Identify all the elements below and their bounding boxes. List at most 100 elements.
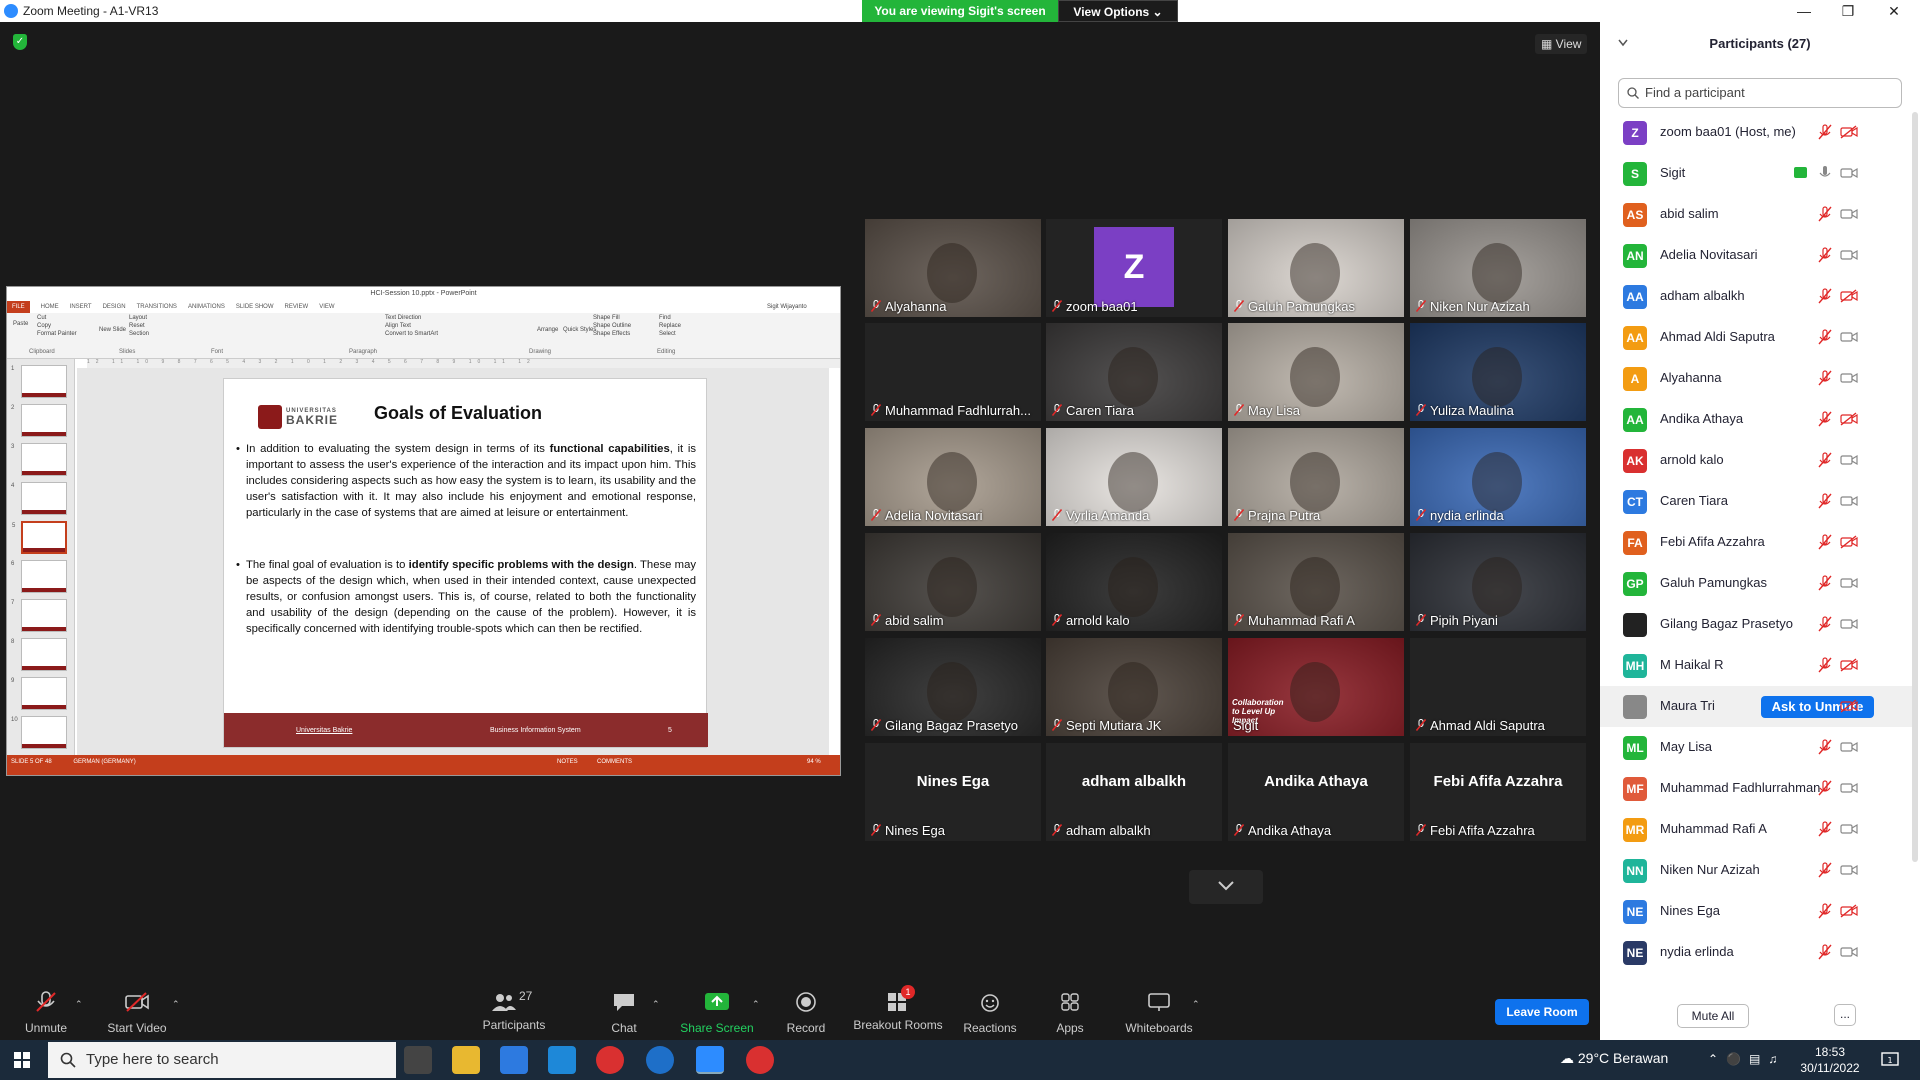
- ppt-slide-thumbnails[interactable]: 1 2 3 4 5 6 7 8 9 10: [7, 359, 75, 755]
- mic-muted-icon[interactable]: [1818, 370, 1832, 386]
- video-icon[interactable]: [1840, 576, 1858, 590]
- teamviewer-icon[interactable]: [646, 1046, 674, 1074]
- video-icon[interactable]: [1840, 617, 1858, 631]
- whiteboards-options-caret[interactable]: ⌃: [1192, 999, 1200, 1010]
- participants-button[interactable]: 27 Participants: [478, 989, 550, 1037]
- participant-row[interactable]: Gilang Bagaz Prasetyo: [1600, 604, 1912, 645]
- record-button[interactable]: Record: [786, 991, 826, 1037]
- participant-row[interactable]: A Alyahanna: [1600, 358, 1912, 399]
- mic-muted-icon[interactable]: [1818, 862, 1832, 878]
- video-icon[interactable]: [1840, 371, 1858, 385]
- participant-search-input[interactable]: Find a participant: [1618, 78, 1902, 108]
- video-off-icon[interactable]: [1840, 289, 1858, 303]
- mic-muted-icon[interactable]: [1818, 575, 1832, 591]
- mic-muted-icon[interactable]: [1818, 452, 1832, 468]
- mic-muted-icon[interactable]: [1818, 739, 1832, 755]
- video-icon[interactable]: [1840, 740, 1858, 754]
- video-options-caret[interactable]: ⌃: [172, 999, 180, 1010]
- video-tile[interactable]: Caren Tiara: [1046, 323, 1222, 421]
- video-icon[interactable]: [1840, 330, 1858, 344]
- video-off-icon[interactable]: [1840, 412, 1858, 426]
- start-video-button[interactable]: Start Video: [105, 991, 169, 1037]
- mic-muted-icon[interactable]: [1818, 411, 1832, 427]
- leave-room-button[interactable]: Leave Room: [1495, 999, 1589, 1025]
- video-tile[interactable]: Septi Mutiara JK: [1046, 638, 1222, 736]
- video-tile[interactable]: Nines Ega Nines Ega: [865, 743, 1041, 841]
- video-tile[interactable]: Ahmad Aldi Saputra: [1410, 638, 1586, 736]
- mic-muted-icon[interactable]: [1818, 944, 1832, 960]
- mic-muted-icon[interactable]: [1818, 780, 1832, 796]
- video-tile[interactable]: Febi Afifa Azzahra Febi Afifa Azzahra: [1410, 743, 1586, 841]
- participant-row[interactable]: MR Muhammad Rafi A: [1600, 809, 1912, 850]
- video-icon[interactable]: [1840, 945, 1858, 959]
- video-tile[interactable]: Andika Athaya Andika Athaya: [1228, 743, 1404, 841]
- participant-row[interactable]: NE Nines Ega: [1600, 891, 1912, 932]
- video-icon[interactable]: [1840, 453, 1858, 467]
- video-off-icon[interactable]: [1840, 904, 1858, 918]
- video-off-icon[interactable]: [1840, 699, 1858, 713]
- video-icon[interactable]: [1840, 781, 1858, 795]
- close-button[interactable]: ✕: [1880, 2, 1908, 20]
- video-tile[interactable]: Galuh Pamungkas: [1228, 219, 1404, 317]
- video-off-icon[interactable]: [1840, 125, 1858, 139]
- participant-row[interactable]: MH M Haikal R: [1600, 645, 1912, 686]
- participant-row[interactable]: AN Adelia Novitasari: [1600, 235, 1912, 276]
- taskbar-search-input[interactable]: Type here to search: [48, 1042, 396, 1078]
- video-tile[interactable]: nydia erlinda: [1410, 428, 1586, 526]
- video-tile[interactable]: Yuliza Maulina: [1410, 323, 1586, 421]
- video-icon[interactable]: [1840, 863, 1858, 877]
- weather-widget[interactable]: ☁ 29°C Berawan: [1560, 1050, 1668, 1067]
- whiteboards-button[interactable]: Whiteboards: [1124, 991, 1194, 1037]
- maximize-button[interactable]: ❐: [1834, 2, 1862, 20]
- video-icon[interactable]: [1840, 494, 1858, 508]
- participant-row[interactable]: S Sigit: [1600, 153, 1912, 194]
- audio-options-caret[interactable]: ⌃: [75, 999, 83, 1010]
- participant-row[interactable]: FA Febi Afifa Azzahra: [1600, 522, 1912, 563]
- mic-muted-icon[interactable]: [1818, 821, 1832, 837]
- video-tile[interactable]: Prajna Putra: [1228, 428, 1404, 526]
- video-tile[interactable]: Collaboration to Level Up Impact Sigit: [1228, 638, 1404, 736]
- chat-options-caret[interactable]: ⌃: [652, 999, 660, 1010]
- view-button[interactable]: ▦ View: [1535, 34, 1588, 54]
- breakout-rooms-button[interactable]: 1 Breakout Rooms: [852, 985, 944, 1037]
- share-screen-button[interactable]: Share Screen: [680, 991, 754, 1037]
- participant-row[interactable]: Maura Tri Ask to Unmute: [1600, 686, 1912, 727]
- participant-row[interactable]: MF Muhammad Fadhlurrahman: [1600, 768, 1912, 809]
- shared-screen-powerpoint[interactable]: HCI-Session 10.pptx - PowerPoint FILE HOM…: [6, 286, 841, 776]
- video-tile[interactable]: abid salim: [865, 533, 1041, 631]
- unmute-button[interactable]: Unmute: [20, 991, 72, 1037]
- apps-button[interactable]: Apps: [1054, 991, 1086, 1037]
- task-view-icon[interactable]: [404, 1046, 432, 1074]
- mail-icon[interactable]: [548, 1046, 576, 1074]
- video-tile[interactable]: Zzoom baa01: [1046, 219, 1222, 317]
- chrome-2-icon[interactable]: [746, 1046, 774, 1074]
- mic-muted-icon[interactable]: [1818, 124, 1832, 140]
- video-tile[interactable]: Adelia Novitasari: [865, 428, 1041, 526]
- mic-muted-icon[interactable]: [1818, 329, 1832, 345]
- mic-muted-icon[interactable]: [1818, 493, 1832, 509]
- mute-all-button[interactable]: Mute All: [1677, 1004, 1749, 1028]
- video-icon[interactable]: [1840, 207, 1858, 221]
- participant-row[interactable]: CT Caren Tiara: [1600, 481, 1912, 522]
- video-tile[interactable]: Pipih Piyani: [1410, 533, 1586, 631]
- gallery-next-page-button[interactable]: [1189, 870, 1263, 904]
- chrome-icon[interactable]: [596, 1046, 624, 1074]
- participant-row[interactable]: AS abid salim: [1600, 194, 1912, 235]
- video-tile[interactable]: Niken Nur Azizah: [1410, 219, 1586, 317]
- windows-start-icon[interactable]: [14, 1052, 30, 1068]
- participant-row[interactable]: GP Galuh Pamungkas: [1600, 563, 1912, 604]
- mic-muted-icon[interactable]: [1818, 534, 1832, 550]
- video-tile[interactable]: arnold kalo: [1046, 533, 1222, 631]
- clock[interactable]: 18:53 30/11/2022: [1796, 1044, 1864, 1076]
- video-off-icon[interactable]: [1840, 658, 1858, 672]
- shield-check-icon[interactable]: ✓: [13, 34, 27, 50]
- video-icon[interactable]: [1840, 248, 1858, 262]
- mic-muted-icon[interactable]: [1818, 616, 1832, 632]
- participant-row[interactable]: NE nydia erlinda: [1600, 932, 1912, 973]
- chat-button[interactable]: Chat: [602, 991, 646, 1037]
- video-tile[interactable]: Vyrlia Amanda: [1046, 428, 1222, 526]
- video-icon[interactable]: [1840, 166, 1858, 180]
- zoom-taskbar-icon[interactable]: [696, 1046, 724, 1074]
- mic-muted-icon[interactable]: [1818, 903, 1832, 919]
- video-tile[interactable]: adham albalkh adham albalkh: [1046, 743, 1222, 841]
